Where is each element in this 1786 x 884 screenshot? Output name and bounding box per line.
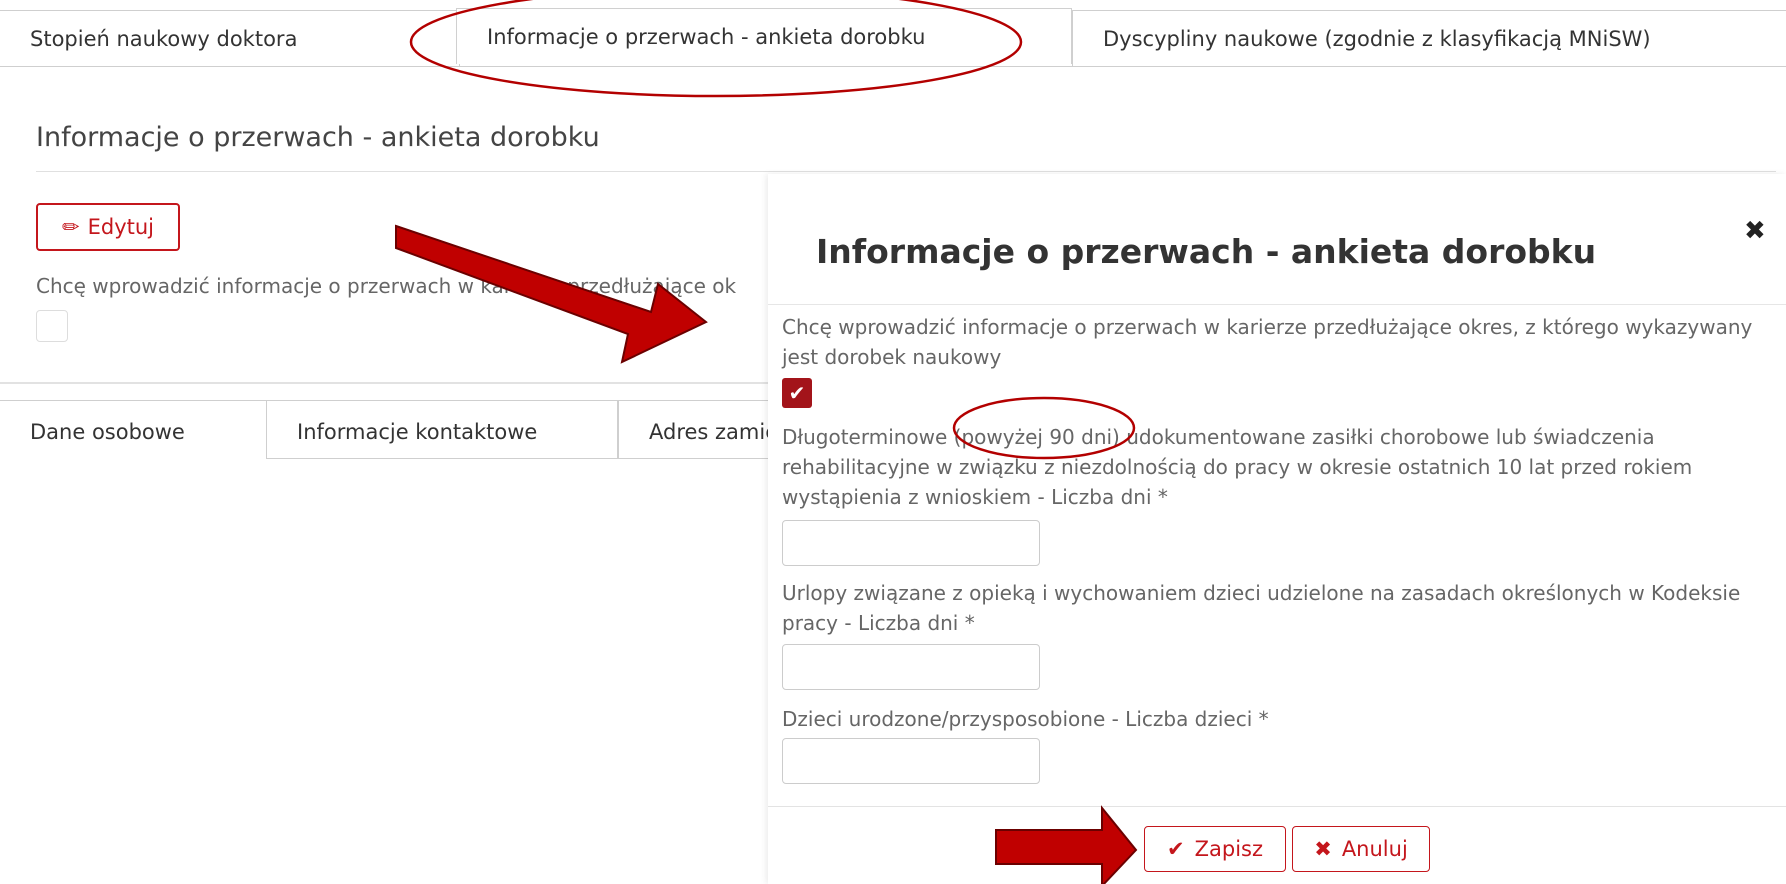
annotation-ellipse-90-days — [952, 396, 1136, 460]
annotation-overlay — [395, 0, 1138, 884]
annotation-arrow-to-modal — [395, 224, 708, 364]
annotation-ellipse-tab — [409, 0, 1023, 98]
annotation-arrow-to-save — [995, 805, 1138, 884]
